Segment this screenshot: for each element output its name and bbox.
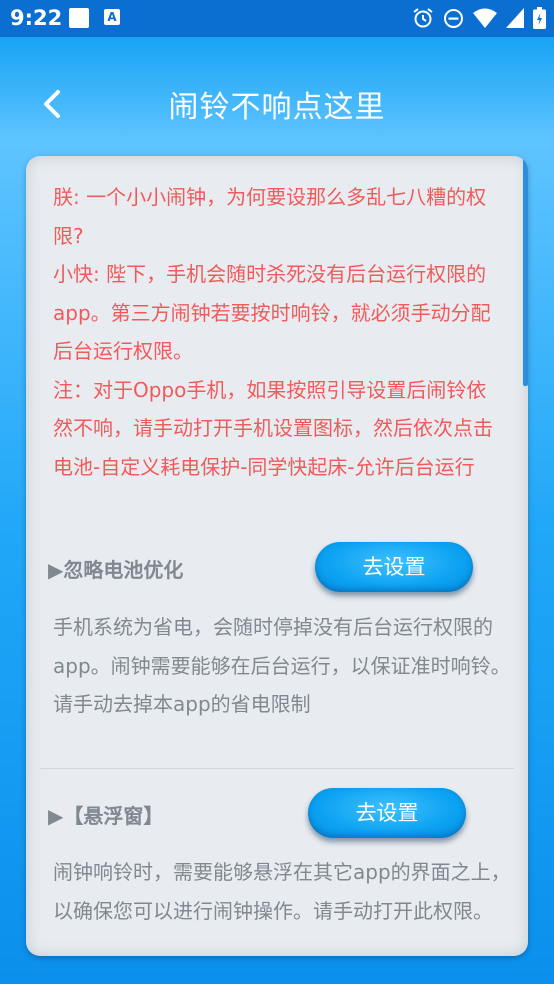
hint-text: 请手动去掉本app的省电限制 [53, 692, 311, 716]
dnd-icon [444, 8, 463, 28]
section-description-battery: 手机系统为省电，会随时停掉没有后台运行权限的app。闹钟需要能够在后台运行，以保… [53, 608, 513, 724]
floating-window-settings-button[interactable]: 去设置 [308, 788, 466, 838]
status-time: 9:22 [10, 6, 63, 30]
scrollbar[interactable] [523, 156, 528, 386]
intro-line: 注：对于Oppo手机，如果按照引导设置后闹铃依然不响，请手动打开手机设置图标，然… [53, 377, 493, 479]
intro-line: 朕: 一个小小闹钟，为何要设那么多乱七八糟的权限? [53, 185, 487, 248]
section-title-floating-window: ▶【悬浮窗】 [48, 804, 164, 828]
description-text: 手机系统为省电，会随时停掉没有后台运行权限的app。闹钟需要能够在后台运行，以保… [53, 615, 511, 678]
battery-icon [533, 7, 546, 29]
status-icons [412, 7, 546, 29]
page-title: 闹铃不响点这里 [168, 90, 386, 125]
settings-card[interactable]: 朕: 一个小小闹钟，为何要设那么多乱七八糟的权限? 小快: 陛下，手机会随时杀死… [26, 156, 528, 956]
notification-square-icon [69, 8, 89, 28]
battery-settings-button[interactable]: 去设置 [315, 542, 473, 592]
section-title-battery: ▶忽略电池优化 [48, 558, 184, 582]
status-bar: 9:22 A [0, 0, 554, 37]
intro-line: 小快: 陛下，手机会随时杀死没有后台运行权限的app。第三方闹钟若要按时响铃，就… [53, 262, 491, 363]
notification-a-icon: A [104, 9, 120, 25]
intro-text: 朕: 一个小小闹钟，为何要设那么多乱七八糟的权限? 小快: 陛下，手机会随时杀死… [53, 178, 503, 486]
alarm-icon [413, 8, 433, 28]
section-description-floating-window: 闹钟响铃时，需要能够悬浮在其它app的界面之上，以确保您可以进行闹钟操作。请手动… [53, 853, 513, 930]
signal-icon [506, 8, 524, 28]
wifi-icon [473, 8, 497, 28]
divider [40, 768, 514, 769]
description-text: 闹钟响铃时，需要能够悬浮在其它app的界面之上，以确保您可以进行闹钟操作。请手动… [53, 860, 511, 923]
